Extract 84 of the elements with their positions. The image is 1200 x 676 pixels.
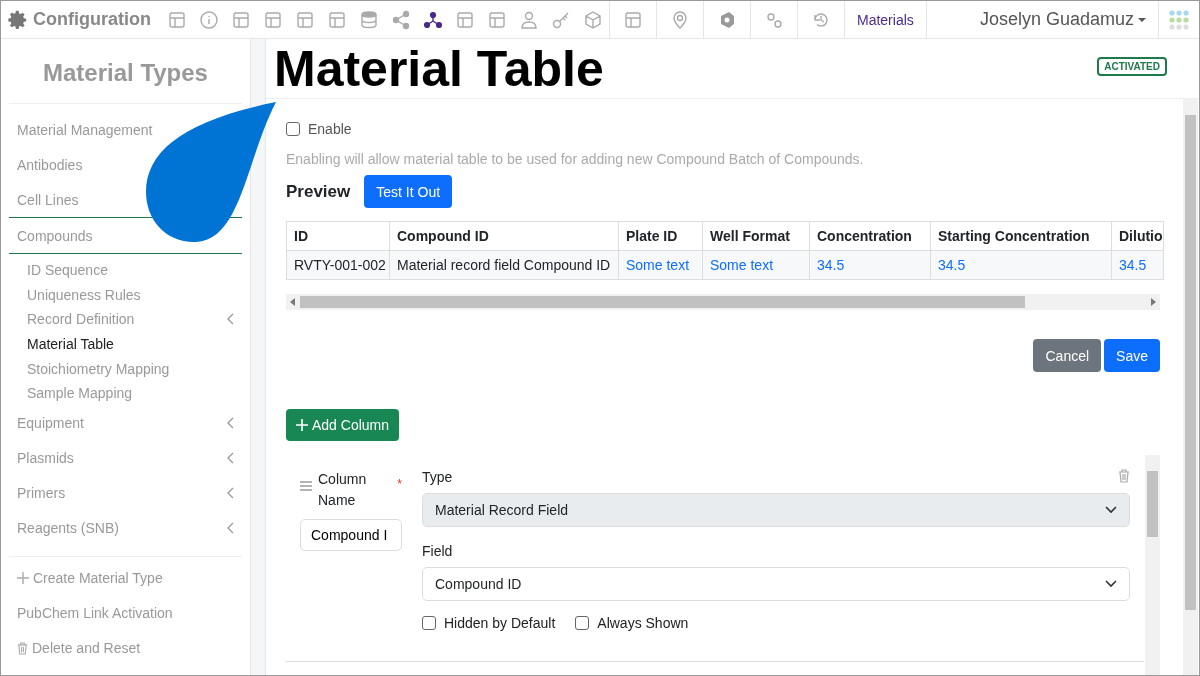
sidebar-title: Material Types — [9, 39, 242, 104]
table-cell-link[interactable]: Some text — [618, 250, 703, 280]
sidebar-item-label[interactable]: Material Management — [17, 121, 153, 138]
sidebar-item[interactable]: Reagents (SNB) — [9, 510, 242, 546]
column-header: Well Format — [702, 221, 810, 251]
column-name-field[interactable]: Compound I — [300, 519, 402, 551]
sidebar-item-label[interactable]: Cell Lines — [17, 191, 79, 208]
chevron-down-icon — [1105, 580, 1117, 588]
checkbox-label: Always Shown — [597, 615, 689, 631]
enable-checkbox[interactable] — [286, 122, 300, 136]
sidebar-subitem[interactable]: ID Sequence — [27, 258, 242, 283]
arrow-left-icon[interactable] — [290, 298, 296, 306]
trash-icon[interactable] — [1118, 469, 1130, 483]
sidebar-action[interactable]: Delete and Reset — [9, 630, 242, 666]
vertical-scrollbar[interactable] — [1145, 455, 1160, 675]
materials-link[interactable]: Materials — [844, 1, 927, 38]
required-mark: * — [397, 477, 402, 491]
chevron-left-icon — [227, 452, 234, 465]
field-label: Field — [422, 543, 454, 559]
sidebar-item-label[interactable]: Reagents (SNB) — [17, 520, 119, 537]
table-cell-link[interactable]: Some text — [702, 250, 810, 280]
plus-icon — [17, 572, 29, 585]
column-header: Dilutio — [1111, 221, 1164, 251]
checkbox-label: Enable — [308, 121, 352, 137]
trash-icon — [17, 641, 28, 655]
column-header: Starting Concentration — [930, 221, 1112, 251]
table-cell-link[interactable]: 34.5 — [930, 250, 1112, 280]
chevron-left-icon — [227, 313, 234, 326]
sidebar-item[interactable]: Primers — [9, 475, 242, 511]
sidebar-item-label[interactable]: Plasmids — [17, 450, 74, 467]
chevron-down-icon — [1105, 506, 1117, 514]
cancel-button[interactable]: Cancel — [1033, 339, 1102, 372]
column-header: ID — [286, 221, 390, 251]
sidebar-subitem-label[interactable]: ID Sequence — [27, 262, 108, 279]
table-cell-link[interactable]: 34.5 — [809, 250, 931, 280]
sidebar-subitem-label[interactable]: Record Definition — [27, 311, 135, 328]
drag-handle-icon[interactable] — [300, 481, 312, 491]
chevron-left-icon — [227, 487, 234, 500]
field-label: Column Name — [318, 470, 368, 510]
app-title: Configuration — [33, 9, 151, 30]
sidebar-item-label[interactable]: Equipment — [17, 415, 84, 432]
table-cell: RVTY-001-002 — [286, 250, 390, 280]
sidebar-subitem[interactable]: Sample Mapping — [27, 380, 242, 406]
sidebar-action[interactable]: Create Material Type — [9, 560, 242, 596]
sidebar-subitem[interactable]: Record Definition — [27, 307, 242, 332]
status-badge: ACTIVATED — [1097, 57, 1167, 76]
settings-icon — [7, 8, 29, 31]
checkbox-label: Hidden by Default — [444, 615, 556, 631]
help-text: Enabling will allow material table to be used for adding new Compound Batch of Compounds. — [286, 151, 865, 167]
sidebar-item-label[interactable]: Primers — [17, 485, 66, 502]
sidebar-subitem-label[interactable]: Stoichiometry Mapping — [27, 360, 170, 377]
caret-icon — [1138, 17, 1146, 22]
chevron-left-icon — [227, 417, 234, 430]
column-header: Concentration — [809, 221, 931, 251]
vertical-scrollbar[interactable] — [1183, 99, 1198, 675]
field-label: Type — [422, 469, 453, 485]
column-header: Plate ID — [618, 221, 703, 251]
chevron-left-icon — [227, 522, 234, 535]
arrow-right-icon[interactable] — [1150, 298, 1156, 306]
sidebar-item[interactable]: Equipment — [9, 405, 242, 441]
sidebar-subitem-label[interactable]: Uniqueness Rules — [27, 286, 141, 303]
sidebar-subitem-label[interactable]: Material Table — [27, 336, 114, 353]
save-button[interactable]: Save — [1104, 339, 1160, 372]
horizontal-scrollbar[interactable] — [286, 294, 1160, 310]
sidebar-subitem[interactable]: Uniqueness Rules — [27, 282, 242, 308]
section-title: Preview — [286, 181, 351, 202]
sidebar-item[interactable]: Plasmids — [9, 440, 242, 476]
field-select[interactable]: Compound ID — [422, 567, 1130, 601]
sidebar-item-label[interactable]: Antibodies — [17, 156, 83, 173]
sidebar-subitem[interactable]: Material Table — [27, 331, 242, 357]
option-checkbox[interactable] — [422, 616, 436, 630]
column-header: Compound ID — [389, 221, 619, 251]
sidebar-subitem-label[interactable]: Sample Mapping — [27, 385, 133, 402]
plus-icon — [296, 419, 308, 431]
sidebar-action[interactable]: PubChem Link Activation — [9, 595, 242, 631]
table-cell: Material record field Compound ID — [389, 250, 619, 280]
sidebar-item[interactable]: Cell Lines — [9, 182, 242, 217]
sidebar-item-label[interactable]: Compounds — [17, 227, 93, 244]
page-title: Material Table — [274, 39, 604, 98]
option-checkbox[interactable] — [575, 616, 590, 630]
add-column-button[interactable]: Add Column — [286, 409, 400, 441]
sidebar-subitem[interactable]: Stoichiometry Mapping — [27, 356, 242, 381]
user-menu[interactable]: Joselyn Guadamuz — [967, 9, 1158, 30]
test-button[interactable]: Test It Out — [364, 175, 453, 208]
